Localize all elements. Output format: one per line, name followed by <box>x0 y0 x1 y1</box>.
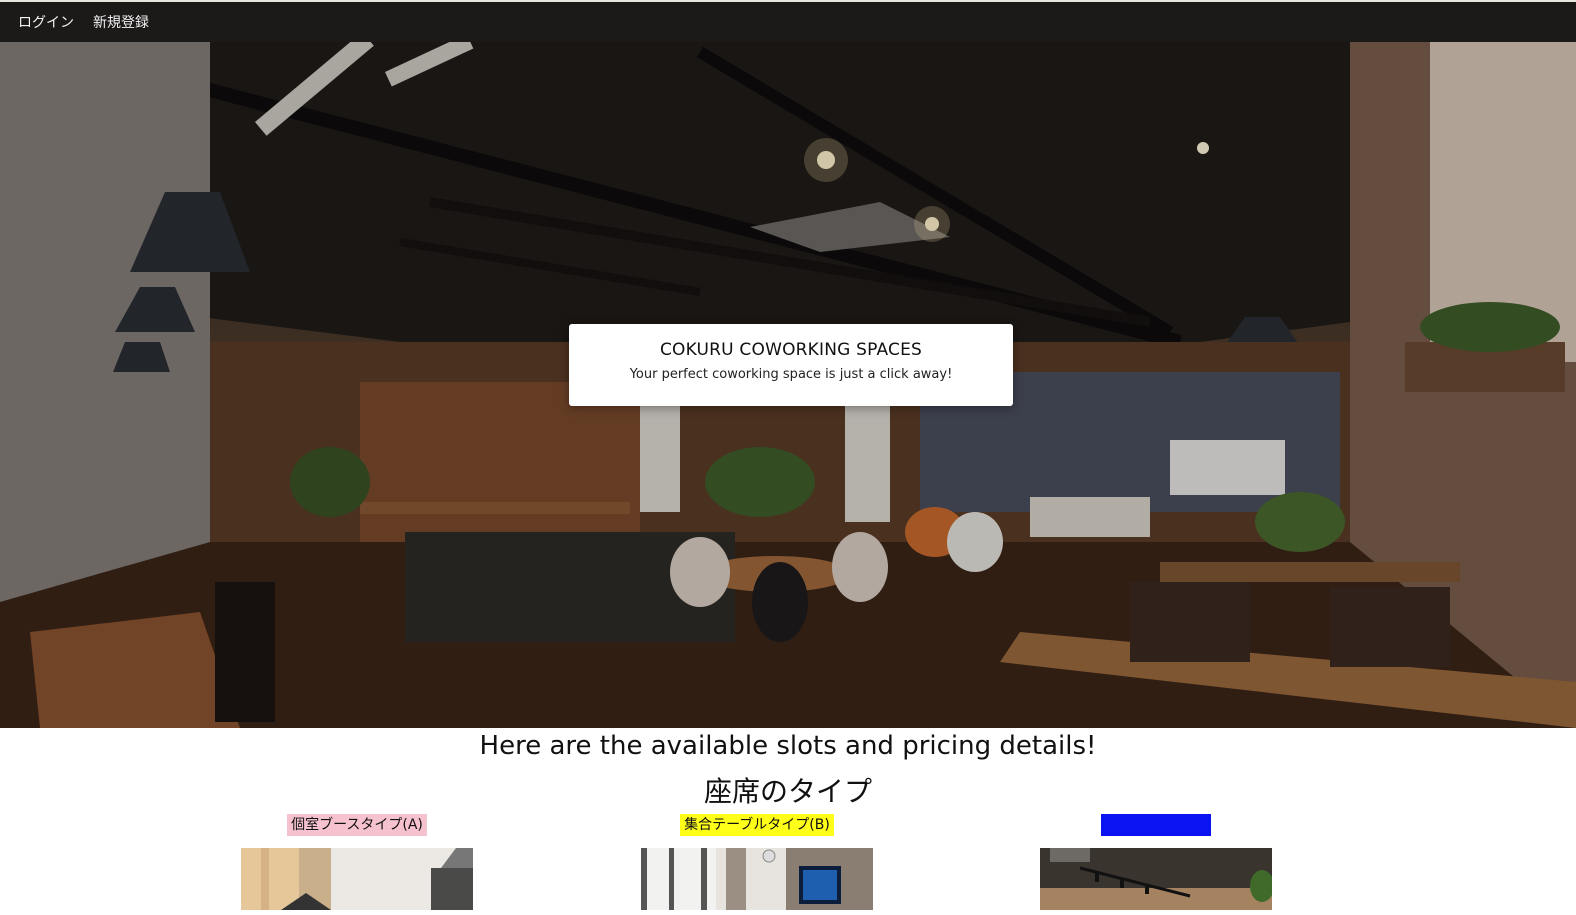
hero-title: COKURU COWORKING SPACES <box>659 340 923 360</box>
top-navbar: ログイン 新規登録 <box>0 0 1576 42</box>
seat-type-card-b[interactable]: 集合テーブルタイプ(B) <box>641 814 873 910</box>
seat-type-card-c[interactable] <box>1040 814 1272 910</box>
hero-caption-card: COKURU COWORKING SPACES Your perfect cow… <box>569 324 1013 406</box>
seat-type-label: 個室ブースタイプ(A) <box>287 814 427 836</box>
hero-banner: COKURU COWORKING SPACES Your perfect cow… <box>0 42 1576 728</box>
seat-type-label: 集合テーブルタイプ(B) <box>680 814 834 836</box>
availability-heading: Here are the available slots and pricing… <box>479 731 1097 761</box>
hero-subtitle: Your perfect coworking space is just a c… <box>629 367 953 382</box>
seat-type-image[interactable] <box>1040 848 1272 910</box>
seat-type-label <box>1101 814 1211 836</box>
seat-type-image[interactable] <box>241 848 473 910</box>
signup-link[interactable]: 新規登録 <box>93 12 149 32</box>
seat-type-image[interactable] <box>641 848 873 910</box>
seat-type-card-a[interactable]: 個室ブースタイプ(A) <box>241 814 473 910</box>
login-link[interactable]: ログイン <box>18 12 74 32</box>
seat-types-heading: 座席のタイプ <box>703 775 872 808</box>
